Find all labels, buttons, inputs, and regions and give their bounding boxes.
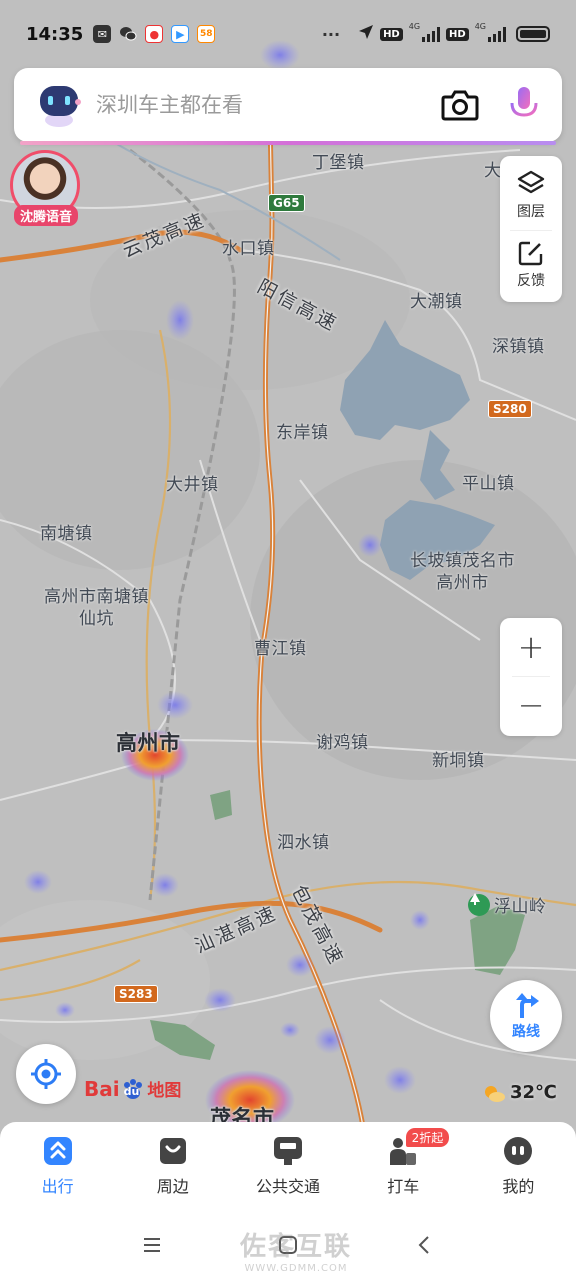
nav-label-transit: 公共交通 xyxy=(256,1177,321,1196)
highway-shield-s283: S283 xyxy=(114,985,158,1003)
network-type-2: 4G xyxy=(474,21,486,31)
route-button[interactable]: 路线 xyxy=(490,980,562,1052)
battery-icon xyxy=(516,26,550,42)
place-dajing[interactable]: 大井镇 xyxy=(166,470,219,495)
nav-item-nearby[interactable]: 周边 xyxy=(115,1122,230,1210)
locate-icon xyxy=(31,1059,61,1089)
highway-shield-g65: G65 xyxy=(268,194,305,212)
taxi-discount-badge: 2折起 xyxy=(405,1128,450,1147)
back-button[interactable] xyxy=(404,1225,444,1265)
signal-icon-2 xyxy=(488,26,506,42)
app-red-icon: ● xyxy=(145,25,164,43)
place-xiankeng: 仙坑 xyxy=(79,609,114,629)
voice-button[interactable] xyxy=(502,83,546,127)
place-sishui[interactable]: 泗水镇 xyxy=(277,828,330,853)
nav-label-taxi: 打车 xyxy=(387,1177,420,1196)
logo-part-du: du xyxy=(123,1085,140,1098)
hd-badge-2: HD xyxy=(446,27,469,41)
location-arrow-icon xyxy=(358,24,374,44)
home-square-icon xyxy=(279,1236,297,1254)
place-fushanling[interactable]: 浮山岭 xyxy=(468,892,547,917)
place-nantang[interactable]: 南塘镇 xyxy=(40,519,93,544)
system-navigation-bar xyxy=(0,1210,576,1280)
highway-shield-s280: S280 xyxy=(488,400,532,418)
map-tools-panel: 图层 反馈 xyxy=(500,156,562,302)
place-gaozhou-nantang[interactable]: 高州市南塘镇 仙坑 xyxy=(44,586,149,630)
more-dots: ··· xyxy=(321,24,341,44)
nav-item-mine[interactable]: 我的 xyxy=(461,1122,576,1210)
nav-label-travel: 出行 xyxy=(41,1177,74,1196)
place-xindong[interactable]: 新垌镇 xyxy=(432,746,485,771)
signal-icon xyxy=(422,26,441,42)
app-58-icon: 58 xyxy=(197,25,216,43)
celebrity-voice-avatar[interactable]: 沈腾语音 xyxy=(10,150,84,228)
home-button[interactable] xyxy=(268,1225,308,1265)
feedback-label: 反馈 xyxy=(517,273,545,289)
place-gaozhou[interactable]: 高州市 xyxy=(116,727,181,757)
zoom-in-button[interactable]: + xyxy=(500,618,562,676)
locate-me-button[interactable] xyxy=(16,1044,76,1104)
nearby-bag-icon xyxy=(159,1138,186,1164)
place-shenzhen-town[interactable]: 深镇镇 xyxy=(492,332,545,357)
message-icon: ✉ xyxy=(93,25,112,43)
nav-item-travel[interactable]: 出行 xyxy=(0,1122,115,1210)
place-dongan[interactable]: 东岸镇 xyxy=(276,418,329,443)
zoom-out-button[interactable]: − xyxy=(500,676,562,734)
layers-button[interactable]: 图层 xyxy=(500,160,562,230)
notification-icons: ✉ ● ▶ 58 xyxy=(93,25,216,43)
baidu-map-logo: Bai du 地图 xyxy=(84,1076,182,1102)
place-caojiang[interactable]: 曹江镇 xyxy=(254,634,307,659)
profile-face-icon xyxy=(504,1137,533,1165)
layers-label: 图层 xyxy=(517,204,545,220)
bottom-navigation: 出行 周边 公共交通 2折起 打车 我的 xyxy=(0,1122,576,1210)
travel-icon xyxy=(43,1137,72,1165)
place-dachao[interactable]: 大潮镇 xyxy=(410,287,463,312)
weather-widget[interactable]: 32℃ xyxy=(482,1082,557,1103)
app-blue-icon: ▶ xyxy=(171,25,190,43)
camera-icon xyxy=(441,90,479,121)
weather-temperature: 32℃ xyxy=(510,1082,557,1103)
menu-button[interactable] xyxy=(132,1225,172,1265)
search-input[interactable] xyxy=(96,93,412,117)
status-bar: 14:35 ✉ ● ▶ 58 ··· HD 4G HD 4G xyxy=(0,0,576,68)
nav-item-transit[interactable]: 公共交通 xyxy=(230,1122,345,1210)
place-dingbao[interactable]: 丁堡镇 xyxy=(312,148,365,173)
place-pingshan[interactable]: 平山镇 xyxy=(462,469,515,494)
place-xieji[interactable]: 谢鸡镇 xyxy=(316,728,369,753)
logo-part-bai: Bai xyxy=(84,1076,120,1101)
hamburger-icon xyxy=(144,1238,160,1252)
wechat-icon xyxy=(119,25,137,43)
nav-label-nearby: 周边 xyxy=(156,1177,189,1196)
partly-cloudy-icon xyxy=(485,1085,505,1102)
route-arrow-icon xyxy=(516,993,539,1018)
status-time: 14:35 xyxy=(26,23,84,45)
logo-part-ditu: 地图 xyxy=(147,1081,182,1101)
mountain-icon xyxy=(468,893,490,916)
hd-badge: HD xyxy=(380,27,403,41)
place-fushanling-label: 浮山岭 xyxy=(494,897,547,917)
network-type: 4G xyxy=(408,21,421,31)
layers-icon xyxy=(517,170,545,194)
feedback-button[interactable]: 反馈 xyxy=(500,230,562,300)
nav-item-taxi[interactable]: 2折起 打车 xyxy=(346,1122,461,1210)
camera-button[interactable] xyxy=(438,83,482,127)
place-shuikou[interactable]: 水口镇 xyxy=(222,234,275,259)
avatar-label: 沈腾语音 xyxy=(14,205,79,226)
search-bar[interactable] xyxy=(14,68,562,145)
place-changpo-line2: 高州市 xyxy=(436,573,489,593)
back-chevron-icon xyxy=(418,1236,429,1254)
feedback-edit-icon xyxy=(518,241,543,266)
assistant-robot-icon[interactable] xyxy=(34,80,84,130)
bus-icon xyxy=(274,1137,302,1165)
place-changpo[interactable]: 长坡镇茂名市 高州市 xyxy=(410,550,515,594)
status-indicators: ··· HD 4G HD 4G xyxy=(321,21,550,44)
microphone-icon xyxy=(510,87,538,122)
zoom-controls: + − xyxy=(500,618,562,736)
place-gaozhou-nantang-line1: 高州市南塘镇 xyxy=(44,587,149,607)
route-label: 路线 xyxy=(512,1024,540,1040)
nav-label-mine: 我的 xyxy=(502,1177,535,1196)
place-changpo-line1: 长坡镇茂名市 xyxy=(410,551,515,571)
